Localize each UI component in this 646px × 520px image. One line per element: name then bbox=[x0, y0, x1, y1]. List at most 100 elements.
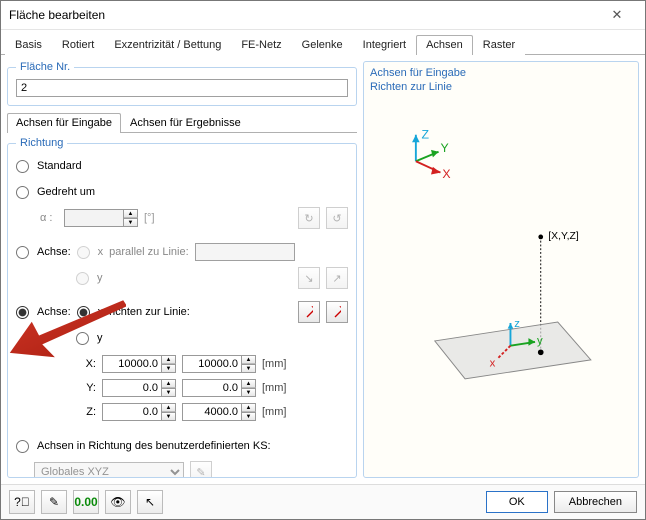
down-icon[interactable]: ▼ bbox=[242, 412, 256, 421]
alpha-down-icon[interactable]: ▼ bbox=[124, 218, 138, 227]
eye-icon[interactable]: 👁 bbox=[105, 490, 131, 514]
surface-number-group: Fläche Nr. bbox=[7, 61, 357, 106]
radio-rotated[interactable] bbox=[16, 186, 29, 199]
tab-achsen[interactable]: Achsen bbox=[416, 35, 473, 55]
edit-icon[interactable]: ✎ bbox=[41, 490, 67, 514]
subtab-input-axes[interactable]: Achsen für Eingabe bbox=[7, 113, 121, 133]
down-icon[interactable]: ▼ bbox=[242, 388, 256, 397]
main-tabs: Basis Rotiert Exzentrizität / Bettung FE… bbox=[1, 30, 645, 55]
alpha-spin[interactable]: ▲ ▼ bbox=[64, 209, 138, 227]
svg-text:z: z bbox=[514, 317, 520, 329]
z1-spin[interactable]: ▲▼ bbox=[102, 403, 176, 421]
radio-align-x[interactable] bbox=[77, 306, 90, 319]
parallel-line-input[interactable] bbox=[195, 243, 295, 261]
down-icon[interactable]: ▼ bbox=[162, 388, 176, 397]
align-x-label: x bbox=[98, 306, 104, 318]
radio-rotated-label: Gedreht um bbox=[37, 186, 95, 198]
alpha-unit: [°] bbox=[144, 212, 155, 224]
radio-align[interactable] bbox=[16, 306, 29, 319]
direction-legend: Richtung bbox=[16, 137, 67, 149]
alpha-arrows[interactable]: ▲ ▼ bbox=[124, 209, 138, 227]
subtab-result-axes[interactable]: Achsen für Ergebnisse bbox=[121, 113, 250, 133]
radio-align-y[interactable] bbox=[76, 332, 89, 345]
axes-subtabs: Achsen für Eingabe Achsen für Ergebnisse bbox=[7, 112, 357, 133]
y-label: Y: bbox=[60, 382, 96, 394]
radio-parallel[interactable] bbox=[16, 246, 29, 259]
pick-line2-icon[interactable]: ↗ bbox=[326, 267, 348, 289]
parallel-x-label: x bbox=[98, 246, 104, 258]
z1-input[interactable] bbox=[102, 403, 162, 421]
tab-fenetz[interactable]: FE-Netz bbox=[231, 35, 291, 55]
parallel-y-label: y bbox=[97, 272, 103, 284]
pick-point2-icon[interactable] bbox=[326, 301, 348, 323]
y2-input[interactable] bbox=[182, 379, 242, 397]
surface-number-input[interactable] bbox=[16, 79, 348, 97]
y1-spin[interactable]: ▲▼ bbox=[102, 379, 176, 397]
y1-input[interactable] bbox=[102, 379, 162, 397]
user-cs-label: Achsen in Richtung des benutzerdefiniert… bbox=[37, 440, 271, 452]
svg-text:[X,Y,Z]: [X,Y,Z] bbox=[548, 230, 579, 241]
x-unit: [mm] bbox=[262, 358, 286, 370]
svg-text:Y: Y bbox=[440, 140, 448, 154]
left-pane: Fläche Nr. Achsen für Eingabe Achsen für… bbox=[7, 61, 357, 478]
rotate-cw-icon[interactable]: ↻ bbox=[298, 207, 320, 229]
radio-user-cs[interactable] bbox=[16, 440, 29, 453]
alpha-symbol: α : bbox=[40, 212, 58, 224]
radio-parallel-label: Achse: bbox=[37, 246, 71, 258]
tab-basis[interactable]: Basis bbox=[5, 35, 52, 55]
ok-button[interactable]: OK bbox=[486, 491, 548, 513]
y2-spin[interactable]: ▲▼ bbox=[182, 379, 256, 397]
tab-gelenke[interactable]: Gelenke bbox=[292, 35, 353, 55]
svg-text:x: x bbox=[490, 357, 496, 369]
footer: ?⃝ ✎ 0.00 👁 ↖ OK Abbrechen bbox=[1, 484, 645, 519]
z2-spin[interactable]: ▲▼ bbox=[182, 403, 256, 421]
select-icon[interactable]: ↖ bbox=[137, 490, 163, 514]
direction-panel: Standard Gedreht um α : ▲ ▼ bbox=[16, 155, 348, 478]
x1-input[interactable] bbox=[102, 355, 162, 373]
calc-icon[interactable]: 0.00 bbox=[73, 490, 99, 514]
preview-pane: Achsen für Eingabe Richten zur Linie Z Y… bbox=[363, 61, 639, 478]
up-icon[interactable]: ▲ bbox=[162, 355, 176, 364]
radio-align-label: Achse: bbox=[37, 306, 71, 318]
tab-integriert[interactable]: Integriert bbox=[353, 35, 416, 55]
cancel-button[interactable]: Abbrechen bbox=[554, 491, 637, 513]
svg-text:X: X bbox=[442, 167, 450, 181]
up-icon[interactable]: ▲ bbox=[242, 379, 256, 388]
new-cs-icon[interactable]: ✎ bbox=[190, 461, 212, 478]
pick-line-icon[interactable]: ↘ bbox=[298, 267, 320, 289]
close-button[interactable]: ✕ bbox=[597, 5, 637, 25]
x1-spin[interactable]: ▲▼ bbox=[102, 355, 176, 373]
dialog-body: Fläche Nr. Achsen für Eingabe Achsen für… bbox=[1, 55, 645, 484]
radio-standard[interactable] bbox=[16, 160, 29, 173]
z-label: Z: bbox=[60, 406, 96, 418]
up-icon[interactable]: ▲ bbox=[162, 403, 176, 412]
direction-group: Richtung Standard Gedreht um α : bbox=[7, 137, 357, 478]
up-icon[interactable]: ▲ bbox=[242, 403, 256, 412]
tab-rotiert[interactable]: Rotiert bbox=[52, 35, 104, 55]
svg-text:y: y bbox=[537, 334, 543, 346]
radio-parallel-y[interactable] bbox=[76, 272, 89, 285]
parallel-text: parallel zu Linie: bbox=[109, 246, 189, 258]
alpha-up-icon[interactable]: ▲ bbox=[124, 209, 138, 218]
window-title: Fläche bearbeiten bbox=[9, 8, 597, 22]
down-icon[interactable]: ▼ bbox=[162, 412, 176, 421]
up-icon[interactable]: ▲ bbox=[162, 379, 176, 388]
tab-raster[interactable]: Raster bbox=[473, 35, 525, 55]
radio-standard-label: Standard bbox=[37, 160, 82, 172]
x2-spin[interactable]: ▲▼ bbox=[182, 355, 256, 373]
x2-input[interactable] bbox=[182, 355, 242, 373]
radio-parallel-x[interactable] bbox=[77, 246, 90, 259]
y-unit: [mm] bbox=[262, 382, 286, 394]
user-cs-select[interactable]: Globales XYZ bbox=[34, 462, 184, 478]
align-y-label: y bbox=[97, 332, 103, 344]
up-icon[interactable]: ▲ bbox=[242, 355, 256, 364]
tab-exzentrizitaet[interactable]: Exzentrizität / Bettung bbox=[104, 35, 231, 55]
pick-point1-icon[interactable] bbox=[298, 301, 320, 323]
z2-input[interactable] bbox=[182, 403, 242, 421]
down-icon[interactable]: ▼ bbox=[162, 364, 176, 373]
rotate-ccw-icon[interactable]: ↺ bbox=[326, 207, 348, 229]
alpha-input[interactable] bbox=[64, 209, 124, 227]
dialog-window: Fläche bearbeiten ✕ Basis Rotiert Exzent… bbox=[0, 0, 646, 520]
down-icon[interactable]: ▼ bbox=[242, 364, 256, 373]
help-icon[interactable]: ?⃝ bbox=[9, 490, 35, 514]
